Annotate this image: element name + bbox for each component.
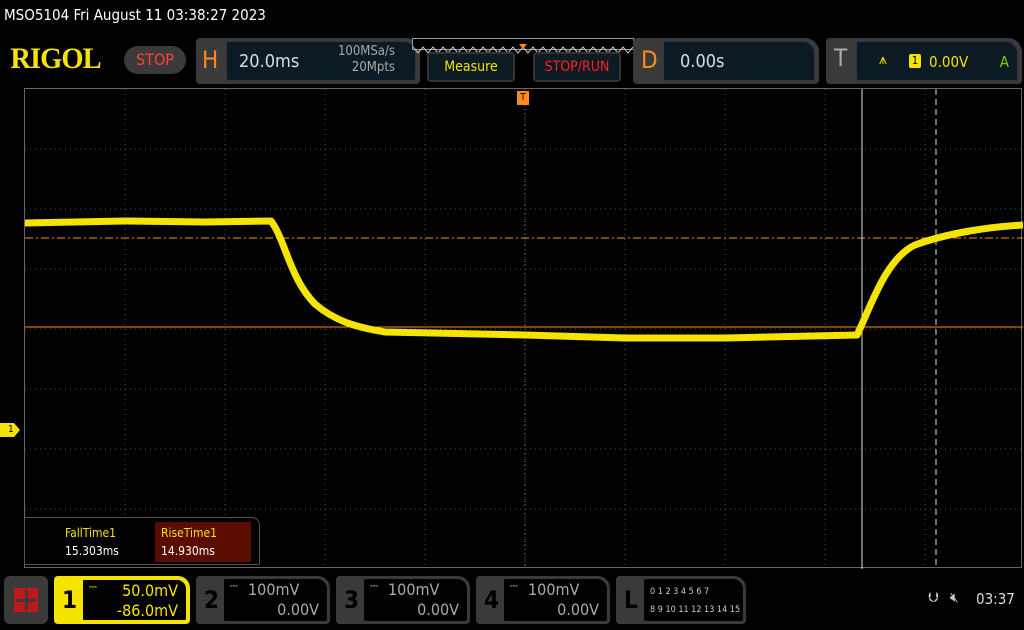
- channel-1-panel[interactable]: 1 ⎓ 50.0mV -86.0mV: [54, 576, 190, 624]
- sample-rate: 100MSa/s: [337, 44, 395, 59]
- status-title: MSO5104 Fri August 11 03:38:27 2023: [4, 6, 266, 24]
- rising-edge-icon: ⩚: [879, 52, 887, 68]
- waveform-display[interactable]: [24, 88, 1023, 569]
- fall-time-label: FallTime1: [65, 526, 116, 540]
- channel-number: 4: [484, 586, 500, 614]
- usb-icon: ⮋: [928, 590, 939, 606]
- channel-number: 3: [344, 586, 360, 614]
- channel-offset: 0.00V: [557, 600, 599, 619]
- channel-scale: 100mV: [388, 580, 440, 599]
- delay-value: 0.00s: [680, 51, 725, 72]
- trigger-time-marker[interactable]: T: [517, 91, 529, 105]
- channel-offset: 0.00V: [417, 600, 459, 619]
- trigger-position-icon: [519, 44, 527, 49]
- trigger-mode: A: [999, 53, 1009, 71]
- trigger-source: 1: [909, 54, 921, 68]
- trigger-label: T: [834, 44, 848, 72]
- memory-depth: 20Mpts: [351, 60, 395, 75]
- channel-3-panel[interactable]: 3 ⎓ 100mV 0.00V: [336, 576, 470, 624]
- delay-panel[interactable]: D 0.00s: [633, 38, 819, 84]
- logic-panel[interactable]: L 0 1 2 3 4 5 6 7 8 9 10 11 12 13 14 15: [616, 576, 746, 624]
- logic-channels-row1: 0 1 2 3 4 5 6 7: [650, 587, 710, 597]
- rigol-logo: RIGOL: [10, 42, 101, 75]
- trigger-panel[interactable]: T ⩚ 1 0.00V A: [826, 38, 1022, 84]
- muted-speaker-icon[interactable]: 🔇︎: [950, 590, 959, 606]
- delay-label: D: [641, 46, 658, 74]
- trigger-level: 0.00V: [929, 53, 969, 71]
- channel1-trace: [25, 217, 1023, 342]
- channel-scale: 100mV: [248, 580, 300, 599]
- timebase-value: 20.0ms: [239, 51, 300, 72]
- channel-2-panel[interactable]: 2 ⎓ 100mV 0.00V: [196, 576, 330, 624]
- logic-label: L: [624, 586, 638, 614]
- grid-menu-icon: [14, 588, 38, 612]
- logic-channels-row2: 8 9 10 11 12 13 14 15: [650, 605, 741, 615]
- measurement-results: FallTime1 15.303ms RiseTime1 14.930ms: [24, 517, 260, 565]
- channel-scale: 50.0mV: [122, 581, 178, 600]
- channel-number: 1: [62, 586, 78, 614]
- channel-4-panel[interactable]: 4 ⎓ 100mV 0.00V: [476, 576, 610, 624]
- channel-offset: -86.0mV: [116, 601, 178, 620]
- channel-scale: 100mV: [528, 580, 580, 599]
- graticule: [25, 89, 1023, 569]
- run-state-badge[interactable]: STOP: [124, 46, 186, 74]
- rise-time-label: RiseTime1: [161, 526, 218, 540]
- system-clock: 03:37: [976, 590, 1015, 608]
- stop-run-button[interactable]: STOP/RUN: [533, 52, 621, 82]
- channel-number: 2: [204, 586, 220, 614]
- channel-offset: 0.00V: [277, 600, 319, 619]
- measure-button[interactable]: Measure: [427, 52, 515, 82]
- horizontal-panel[interactable]: H 20.0ms 100MSa/s 20Mpts: [196, 38, 420, 84]
- fall-time-value: 15.303ms: [65, 544, 119, 558]
- horizontal-label: H: [202, 46, 219, 74]
- app-menu-button[interactable]: [4, 576, 48, 624]
- channel1-ground-marker[interactable]: 1: [0, 423, 20, 437]
- memory-position-bar[interactable]: [412, 38, 634, 54]
- rise-time-value: 14.930ms: [161, 544, 215, 558]
